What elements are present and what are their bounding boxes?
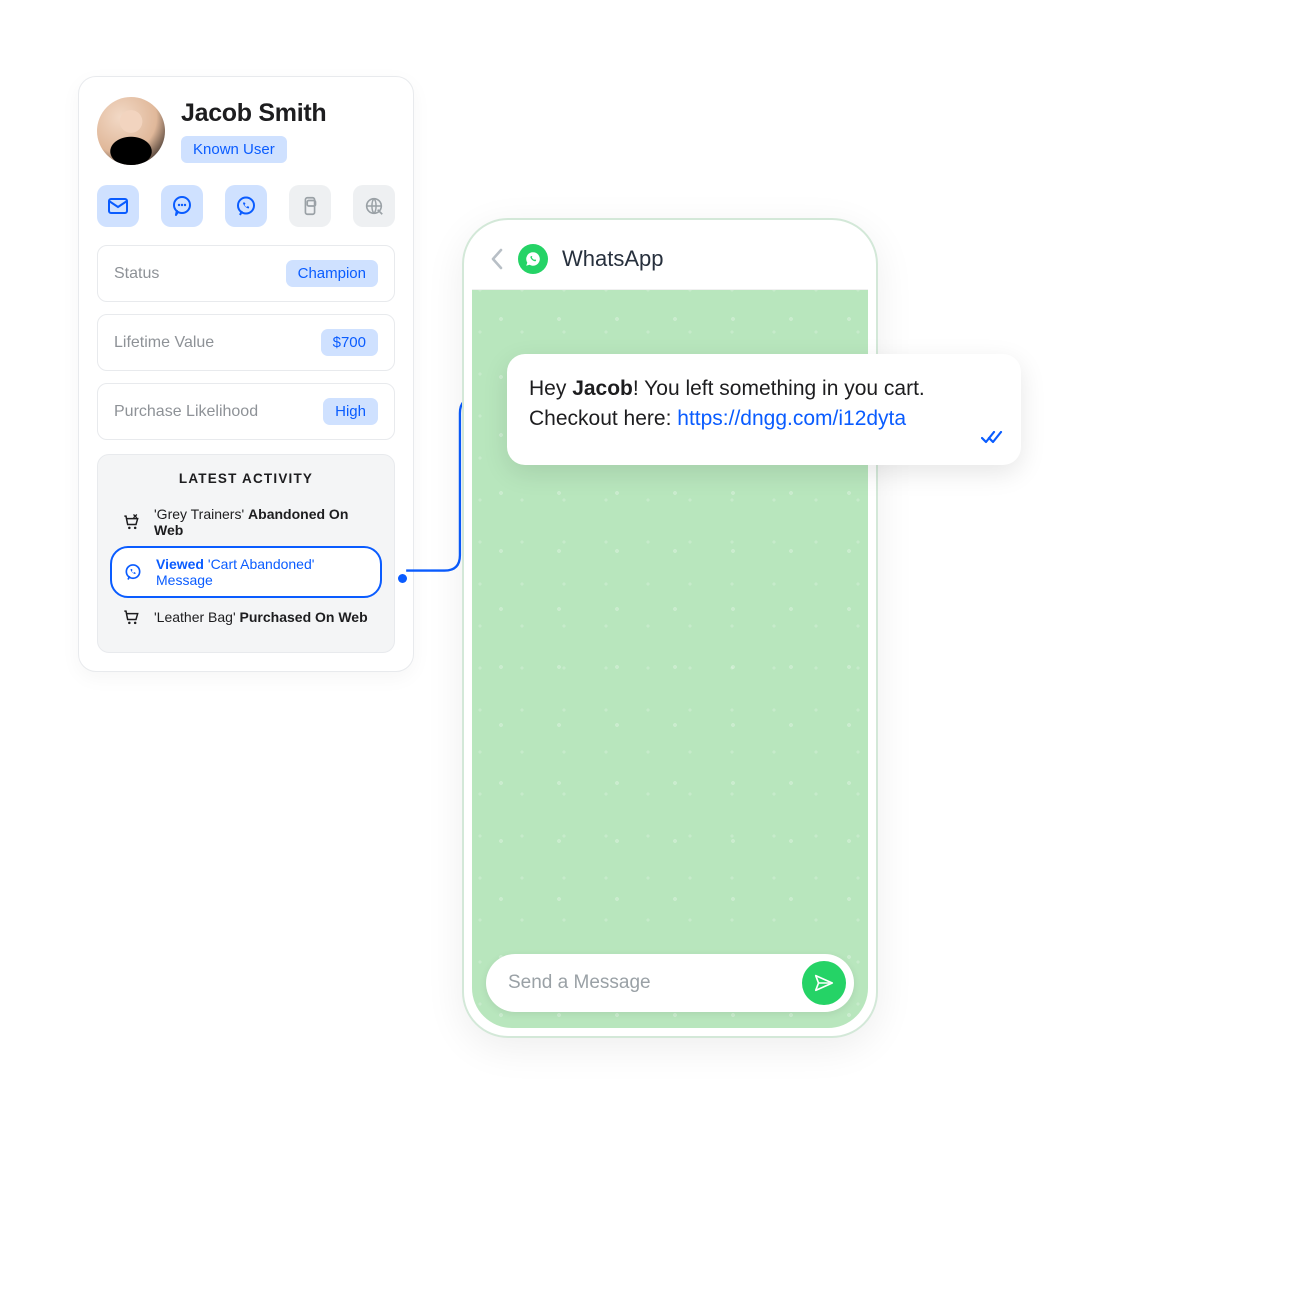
known-user-badge: Known User — [181, 136, 287, 163]
channel-web[interactable] — [353, 185, 395, 227]
activity-title: LATEST ACTIVITY — [110, 471, 382, 486]
chat-bubble-icon — [170, 194, 194, 218]
stat-value: High — [323, 398, 378, 425]
activity-item[interactable]: 'Leather Bag' Purchased On Web — [110, 598, 382, 636]
activity-text: 'Grey Trainers' Abandoned On Web — [154, 506, 372, 538]
globe-icon — [363, 195, 385, 217]
send-icon — [813, 972, 835, 994]
profile-header: Jacob Smith Known User — [97, 97, 395, 165]
connector-dot-start — [398, 574, 407, 583]
stat-label: Purchase Likelihood — [114, 403, 258, 421]
profile-name: Jacob Smith — [181, 99, 326, 128]
message-text: Hey Jacob! You left something in you car… — [529, 377, 925, 430]
stat-label: Status — [114, 265, 159, 283]
channel-push[interactable] — [289, 185, 331, 227]
compose-input[interactable]: Send a Message — [508, 972, 802, 994]
phone-header: WhatsApp — [472, 228, 868, 290]
phone-screen: WhatsApp Send a Message — [472, 228, 868, 1028]
whatsapp-logo-icon — [518, 244, 548, 274]
stat-value: Champion — [286, 260, 378, 287]
channel-whatsapp[interactable] — [225, 185, 267, 227]
send-button[interactable] — [802, 961, 846, 1005]
whatsapp-icon — [122, 561, 144, 583]
message-bubble: Hey Jacob! You left something in you car… — [507, 354, 1021, 465]
stat-status: Status Champion — [97, 245, 395, 302]
stat-likelihood: Purchase Likelihood High — [97, 383, 395, 440]
compose-bar: Send a Message — [486, 954, 854, 1012]
stat-value: $700 — [321, 329, 378, 356]
channel-sms[interactable] — [161, 185, 203, 227]
channel-email[interactable] — [97, 185, 139, 227]
activity-text: 'Leather Bag' Purchased On Web — [154, 609, 368, 625]
push-icon — [299, 195, 321, 217]
whatsapp-icon — [234, 194, 258, 218]
profile-card: Jacob Smith Known User Status Champion L… — [78, 76, 414, 672]
app-title: WhatsApp — [562, 246, 664, 272]
phone-mock: WhatsApp Send a Message — [462, 218, 878, 1038]
read-receipt-icon — [981, 424, 1003, 454]
stat-label: Lifetime Value — [114, 334, 214, 352]
cart-x-icon — [120, 511, 142, 533]
channel-row — [97, 185, 395, 227]
stat-ltv: Lifetime Value $700 — [97, 314, 395, 371]
cart-icon — [120, 606, 142, 628]
message-link[interactable]: https://dngg.com/i12dyta — [677, 407, 906, 430]
activity-text: Viewed 'Cart Abandoned' Message — [156, 556, 370, 588]
back-button[interactable] — [490, 248, 504, 270]
email-icon — [106, 194, 130, 218]
chevron-left-icon — [490, 248, 504, 270]
avatar — [97, 97, 165, 165]
activity-item[interactable]: 'Grey Trainers' Abandoned On Web — [110, 498, 382, 546]
profile-ident: Jacob Smith Known User — [181, 99, 326, 163]
latest-activity-card: LATEST ACTIVITY 'Grey Trainers' Abandone… — [97, 454, 395, 653]
activity-item-highlight[interactable]: Viewed 'Cart Abandoned' Message — [110, 546, 382, 598]
